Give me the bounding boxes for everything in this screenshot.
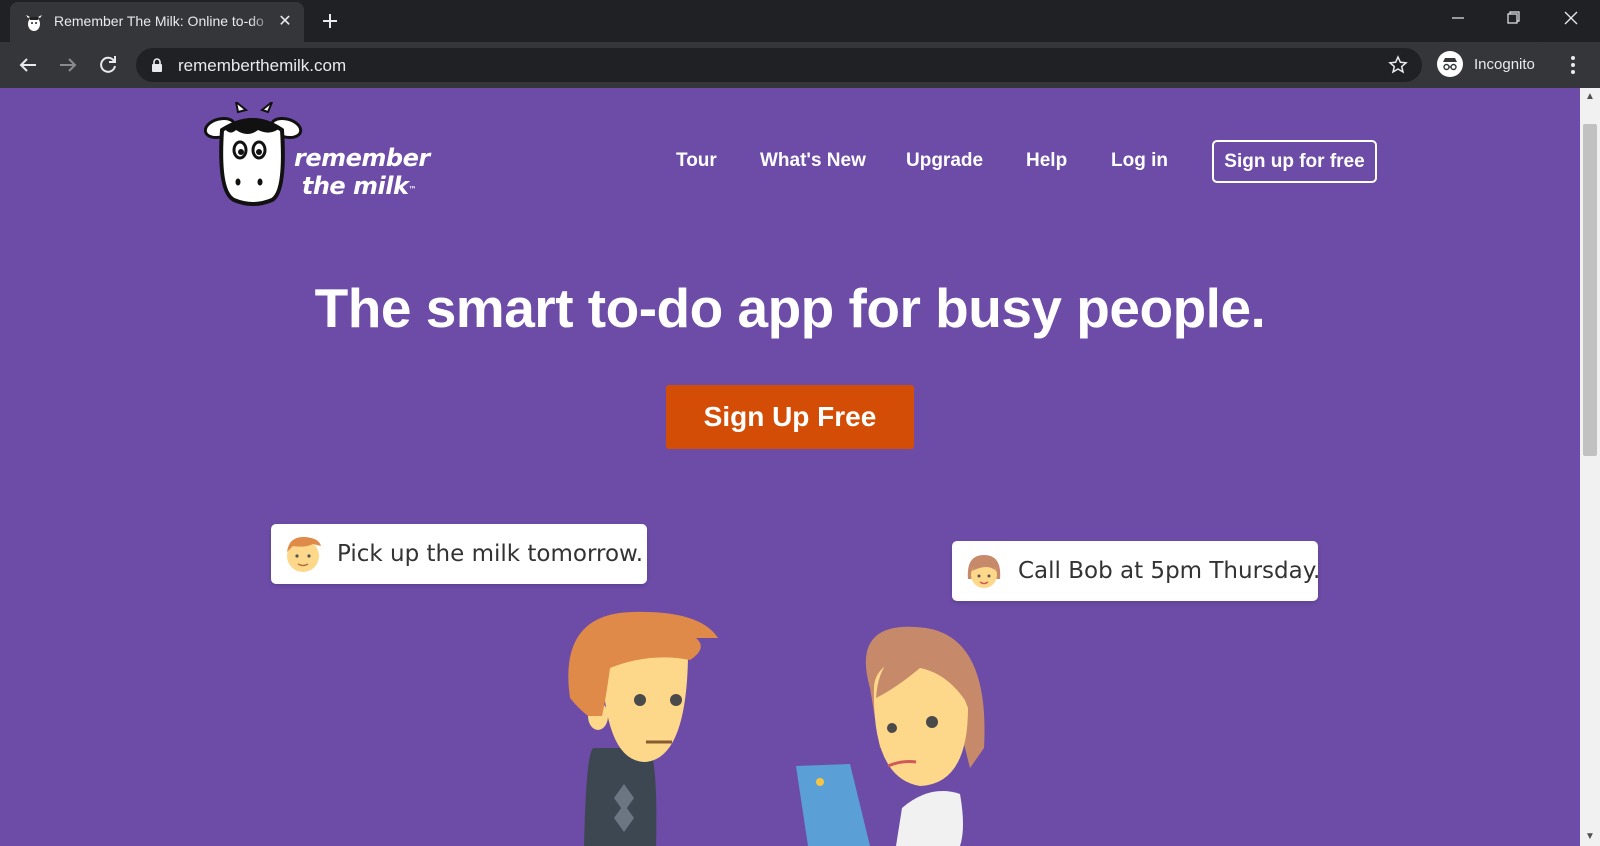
scroll-up-arrow-icon[interactable]: ▲ — [1580, 88, 1600, 106]
nav-help-link[interactable]: Help — [1026, 150, 1067, 172]
tab-strip: Remember The Milk: Online to-do ✕ — [0, 0, 1600, 42]
more-menu-icon[interactable] — [1564, 53, 1582, 77]
reload-icon[interactable] — [96, 53, 120, 77]
minimize-icon[interactable] — [1441, 6, 1475, 30]
people-illustration — [568, 611, 985, 846]
woman-avatar-icon — [967, 555, 1001, 588]
incognito-icon — [1437, 51, 1463, 77]
man-avatar-icon — [287, 536, 321, 572]
tab-title: Remember The Milk: Online to-do — [54, 13, 264, 29]
signup-free-button[interactable]: Sign Up Free — [666, 385, 914, 449]
bubble-text: Pick up the milk tomorrow. — [337, 541, 644, 567]
speech-bubble-man: Pick up the milk tomorrow. — [271, 524, 647, 584]
browser-toolbar: rememberthemilk.com Incognito — [0, 42, 1600, 88]
lock-icon[interactable] — [150, 57, 164, 73]
cow-logo-icon — [203, 98, 303, 206]
restore-icon[interactable] — [1496, 6, 1530, 30]
bookmark-star-icon[interactable] — [1388, 55, 1408, 75]
tab-close-icon[interactable]: ✕ — [276, 13, 294, 31]
logo-text-line2: the milk — [301, 172, 409, 200]
page-viewport: remember the milk™ Tour What's New Upgra… — [0, 88, 1580, 846]
nav-upgrade-link[interactable]: Upgrade — [906, 150, 983, 172]
bubble-text: Call Bob at 5pm Thursday. — [1018, 558, 1321, 584]
forward-icon[interactable] — [56, 53, 80, 77]
incognito-label: Incognito — [1474, 56, 1535, 73]
cow-favicon-icon — [26, 15, 42, 31]
nav-tour-link[interactable]: Tour — [676, 150, 717, 172]
url-text: rememberthemilk.com — [178, 56, 347, 75]
nav-signup-button[interactable]: Sign up for free — [1212, 140, 1377, 183]
woman-illustration — [796, 626, 985, 846]
back-icon[interactable] — [16, 53, 40, 77]
scroll-down-arrow-icon[interactable]: ▼ — [1580, 828, 1600, 846]
scroll-thumb[interactable] — [1583, 124, 1597, 456]
nav-login-link[interactable]: Log in — [1111, 150, 1168, 172]
window-close-icon[interactable] — [1554, 6, 1588, 30]
speech-bubble-woman: Call Bob at 5pm Thursday. — [952, 541, 1321, 601]
address-bar[interactable]: rememberthemilk.com — [136, 48, 1422, 82]
man-illustration — [568, 611, 718, 846]
incognito-profile-button[interactable]: Incognito — [1434, 47, 1550, 81]
new-tab-plus-icon[interactable] — [318, 9, 342, 33]
browser-tab[interactable]: Remember The Milk: Online to-do ✕ — [10, 2, 304, 42]
rtm-logo[interactable]: remember the milk™ — [203, 98, 434, 206]
hero-headline: The smart to-do app for busy people. — [314, 277, 1266, 339]
trademark-symbol: ™ — [408, 185, 416, 194]
logo-text-line1: remember — [294, 144, 430, 172]
page-scrollbar[interactable]: ▲ ▼ — [1580, 88, 1600, 846]
nav-whats-new-link[interactable]: What's New — [760, 150, 866, 172]
logo-wordmark: remember the milk™ — [294, 144, 430, 200]
